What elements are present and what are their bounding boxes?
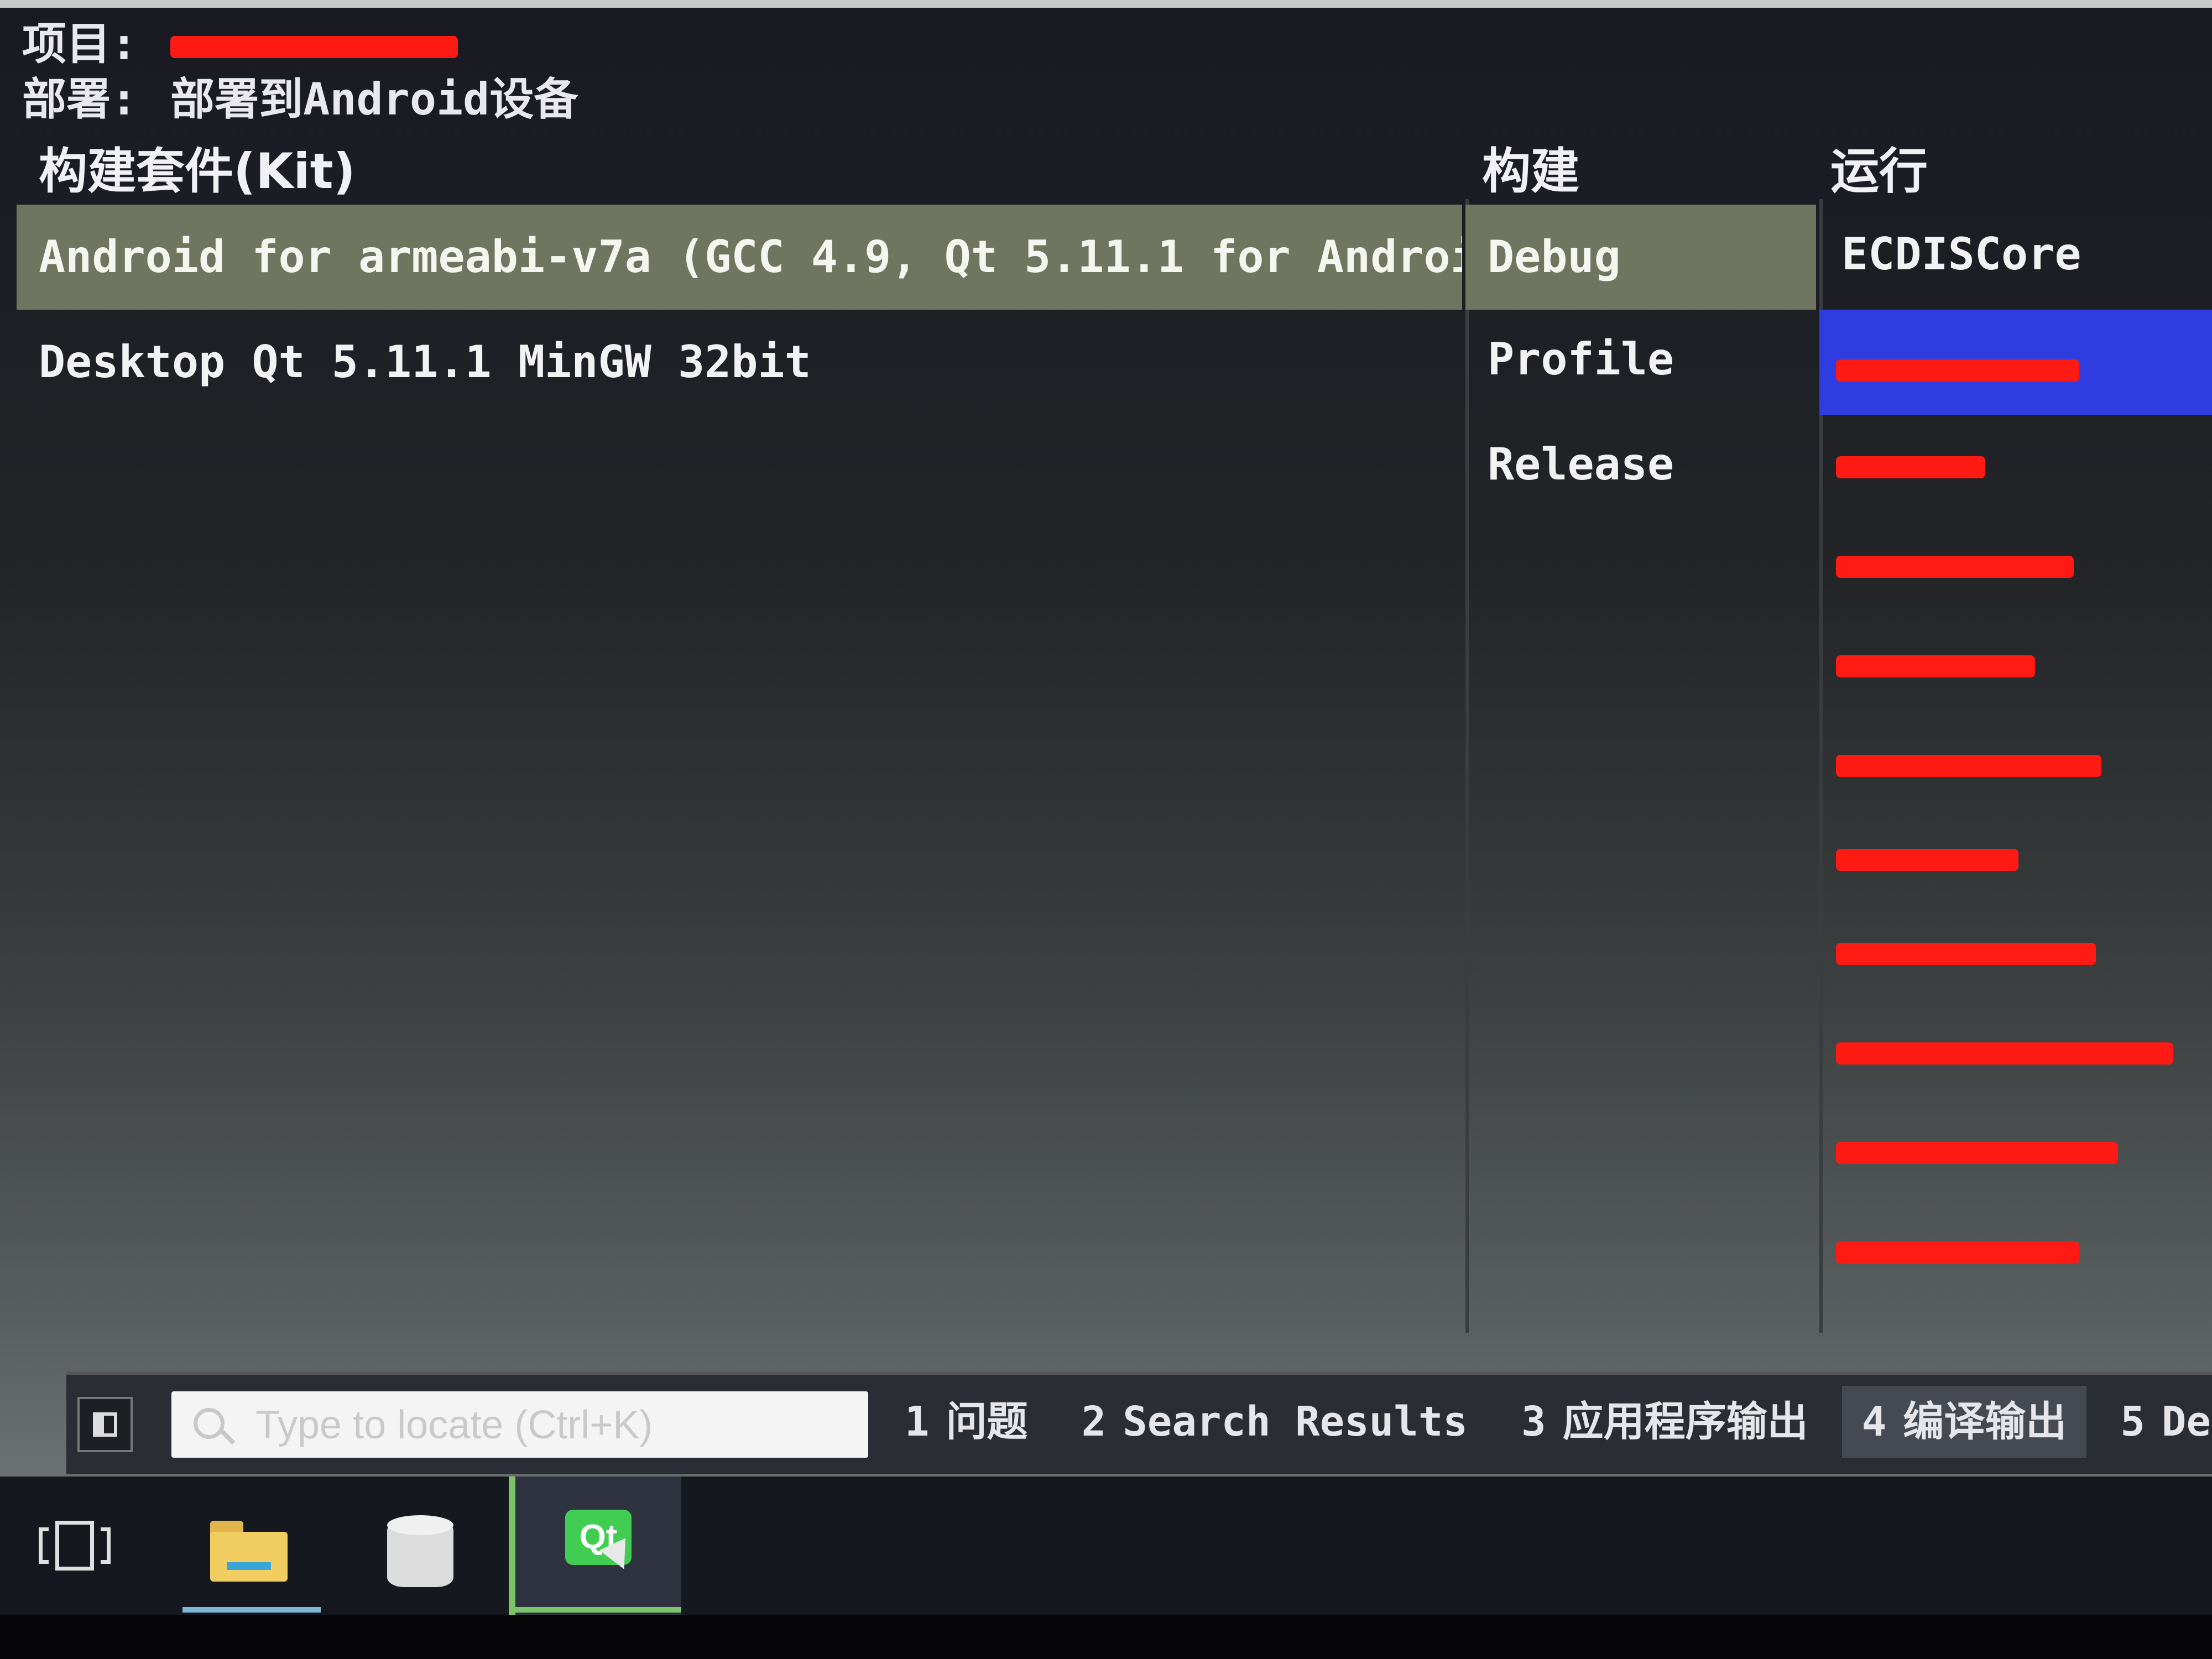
output-pane-bar: 1 问题 2 Search Results 3 应用程序输出 4 编译输出 5 Deb (66, 1371, 2212, 1474)
qt-creator-taskbar-button[interactable]: Qt (509, 1477, 681, 1615)
deploy-value: 部署到Android设备 (170, 74, 578, 125)
search-icon (194, 1408, 225, 1439)
build-item-debug[interactable]: Debug (1465, 205, 1816, 310)
redacted-project-name (170, 36, 458, 59)
locator (171, 1391, 868, 1459)
redacted-run-name (1836, 1142, 2118, 1164)
tab-label: 编译输出 (1903, 1398, 2067, 1446)
run-item[interactable] (1819, 1100, 2212, 1206)
tab-debugger-console[interactable]: 5 Deb (2100, 1386, 2212, 1458)
deploy-row: 部署: 部署到Android设备 (22, 72, 578, 127)
tab-label: Deb (2161, 1398, 2212, 1446)
task-view-button[interactable] (0, 1477, 144, 1615)
database-app-button[interactable] (354, 1477, 487, 1615)
file-explorer-running-indicator (182, 1607, 321, 1613)
windows-taskbar: Qt (0, 1477, 2212, 1615)
deploy-label: 部署: (22, 74, 138, 125)
redacted-run-name (1836, 359, 2079, 382)
run-item[interactable] (1819, 614, 2212, 719)
tab-number: 4 (1861, 1398, 1887, 1446)
redacted-run-name (1836, 943, 2096, 965)
tab-label: 问题 (946, 1398, 1028, 1446)
project-row: 项目: (22, 17, 458, 72)
tab-application-output[interactable]: 3 应用程序输出 (1501, 1386, 1828, 1458)
build-item-release[interactable]: Release (1465, 415, 1816, 514)
run-item[interactable] (1819, 1001, 2212, 1106)
qt-creator-icon: Qt (565, 1510, 638, 1575)
task-view-icon (39, 1521, 111, 1571)
tab-number: 2 (1081, 1398, 1107, 1446)
tab-number: 1 (905, 1398, 930, 1446)
database-app-icon (387, 1515, 453, 1593)
locator-input[interactable] (254, 1391, 854, 1459)
redacted-run-name (1836, 755, 2101, 777)
redacted-run-name (1836, 456, 1985, 478)
toggle-sidebar-button[interactable] (77, 1397, 133, 1452)
tab-label: 应用程序输出 (1562, 1398, 1808, 1446)
run-item-selected[interactable] (1819, 310, 2212, 415)
build-item-label: Release (1488, 439, 1674, 490)
run-item-ecdiscore[interactable]: ECDISCore (1819, 205, 2212, 304)
monitor-bezel (0, 1615, 2212, 1659)
kit-item-desktop[interactable]: Desktop Qt 5.11.1 MinGW 32bit (17, 310, 1462, 415)
run-item[interactable] (1819, 415, 2212, 520)
tab-number: 3 (1521, 1398, 1546, 1446)
redacted-run-name (1836, 849, 2018, 871)
redacted-run-name (1836, 655, 2035, 677)
window-top-edge (0, 0, 2212, 8)
run-item[interactable] (1819, 514, 2212, 619)
tab-compile-output[interactable]: 4 编译输出 (1841, 1386, 2087, 1458)
run-item[interactable] (1819, 1200, 2212, 1305)
file-explorer-button[interactable] (182, 1477, 321, 1615)
output-tabs: 1 问题 2 Search Results 3 应用程序输出 4 编译输出 5 Deb (885, 1386, 2212, 1469)
screen: 项目: 部署: 部署到Android设备 构建套件(Kit) 构建 运行 And… (0, 0, 2212, 1659)
kit-item-label: Desktop Qt 5.11.1 MinGW 32bit (39, 336, 811, 388)
build-item-profile[interactable]: Profile (1465, 310, 1816, 409)
run-item-label: ECDISCore (1841, 228, 2081, 280)
run-item[interactable] (1819, 901, 2212, 1006)
kit-item-android[interactable]: Android for armeabi-v7a (GCC 4.9, Qt 5.1… (17, 205, 1462, 310)
tab-issues[interactable]: 1 问题 (885, 1386, 1048, 1458)
redacted-run-name (1836, 1241, 2079, 1264)
redacted-run-name (1836, 1042, 2173, 1065)
build-item-label: Profile (1488, 333, 1674, 385)
run-list: ECDISCore (1819, 199, 2212, 1333)
run-item[interactable] (1819, 713, 2212, 818)
build-column-header: 构建 (1482, 143, 1580, 200)
qt-creator-active-indicator (515, 1607, 681, 1613)
project-label: 项目: (22, 18, 138, 70)
redacted-run-name (1836, 556, 2074, 578)
build-item-label: Debug (1488, 231, 1621, 283)
kit-column-header: 构建套件(Kit) (39, 143, 356, 200)
kit-list: Android for armeabi-v7a (GCC 4.9, Qt 5.1… (17, 199, 1469, 1333)
tab-number: 5 (2120, 1398, 2145, 1446)
tab-search-results[interactable]: 2 Search Results (1062, 1386, 1488, 1458)
file-explorer-icon (210, 1521, 288, 1582)
tab-label: Search Results (1123, 1398, 1468, 1446)
target-selector-panel: Android for armeabi-v7a (GCC 4.9, Qt 5.1… (17, 199, 2212, 1344)
run-column-header: 运行 (1830, 143, 1928, 200)
run-item[interactable] (1819, 807, 2212, 912)
sidebar-toggle-icon (93, 1412, 117, 1437)
build-list: Debug Profile Release (1465, 199, 1823, 1333)
kit-item-label: Android for armeabi-v7a (GCC 4.9, Qt 5.1… (39, 231, 1462, 283)
